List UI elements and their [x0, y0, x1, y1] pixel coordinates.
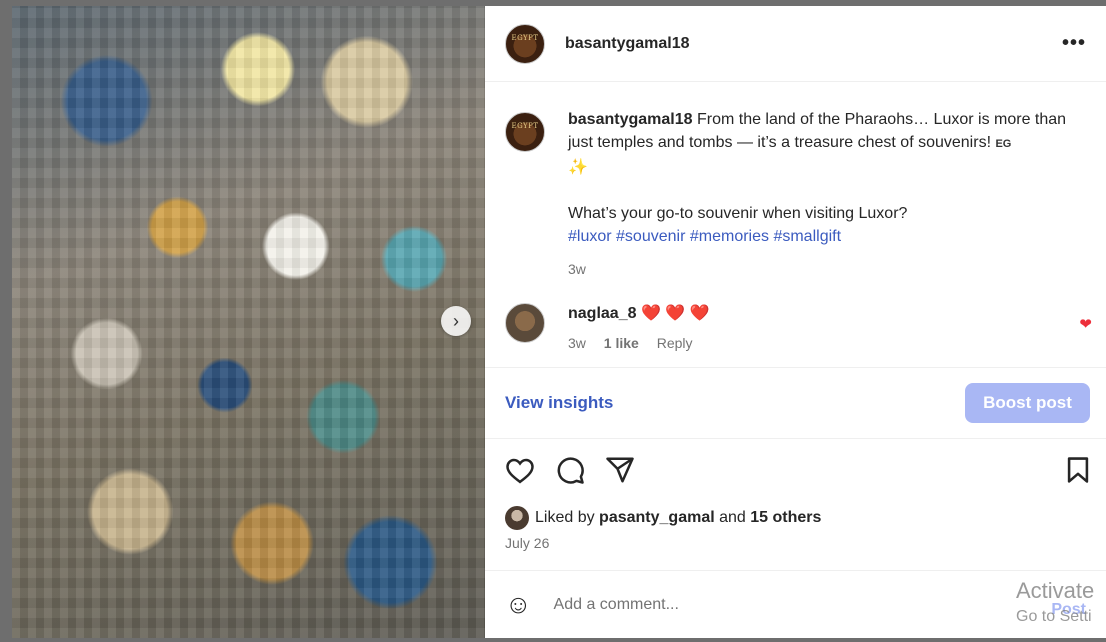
caption-username[interactable]: basantygamal18 [568, 111, 693, 128]
caption-body: basantygamal18 From the land of the Phar… [568, 108, 1086, 281]
activate-line2: Go to Setti [1016, 608, 1092, 625]
comment-bubble-icon[interactable] [555, 455, 585, 485]
insights-row: View insights Boost post [485, 367, 1106, 439]
comment-hearts: ❤️ ❤️ ❤️ [640, 305, 710, 322]
comment-meta: 3w 1 like Reply [568, 335, 710, 351]
liked-by-prefix: Liked by [535, 509, 595, 526]
post-detail-panel: EGYPT basantygamal18 ••• EGYPT basantyga… [485, 6, 1106, 638]
add-comment-bar: ☺ Add a comment... Post [485, 570, 1106, 638]
avatar-logo-text: EGYPT [511, 122, 539, 130]
caption-question: What’s your go-to souvenir when visiting… [568, 205, 908, 222]
more-options-icon[interactable]: ••• [1062, 32, 1086, 55]
emoji-icon[interactable]: ☺ [505, 589, 532, 620]
commenter-username[interactable]: naglaa_8 [568, 305, 636, 322]
hashtag-link[interactable]: #souvenir [616, 228, 685, 245]
like-heart-icon[interactable] [505, 456, 535, 484]
comment-likes[interactable]: 1 like [604, 335, 639, 351]
author-username[interactable]: basantygamal18 [565, 35, 690, 53]
flag-emoji: EG [995, 138, 1012, 150]
caption-avatar[interactable]: EGYPT [505, 112, 545, 152]
app-window: › EGYPT basantygamal18 ••• EGYPT basanty… [0, 0, 1106, 642]
comment-input[interactable]: Add a comment... [554, 596, 679, 614]
caption: EGYPT basantygamal18 From the land of th… [485, 82, 1106, 281]
activate-line1: Activate [1016, 578, 1095, 603]
comment-time: 3w [568, 335, 586, 351]
comment-line: naglaa_8 ❤️ ❤️ ❤️ [568, 303, 710, 325]
hashtag-link[interactable]: #memories [690, 228, 769, 245]
comment-body: naglaa_8 ❤️ ❤️ ❤️ 3w 1 like Reply [568, 303, 710, 351]
hashtag-link[interactable]: #luxor [568, 228, 612, 245]
windows-activation-watermark: Activate Go to Setti [1016, 578, 1106, 630]
hashtag-link[interactable]: #smallgift [773, 228, 841, 245]
bookmark-icon[interactable] [1066, 456, 1090, 484]
liked-by: Liked by pasanty_gamal and 15 others [505, 506, 821, 530]
reply-button[interactable]: Reply [657, 335, 693, 351]
boost-post-button[interactable]: Boost post [965, 383, 1090, 423]
avatar-logo-text: EGYPT [511, 33, 539, 42]
liked-by-others[interactable]: 15 others [750, 509, 821, 527]
chevron-right-icon: › [453, 310, 459, 331]
liker-avatar[interactable] [505, 506, 529, 530]
view-insights-link[interactable]: View insights [505, 393, 613, 413]
liked-by-conj: and [719, 509, 746, 526]
author-avatar[interactable]: EGYPT [505, 23, 545, 64]
caption-time: 3w [568, 261, 586, 277]
post-date: July 26 [505, 535, 550, 551]
comment-item: naglaa_8 ❤️ ❤️ ❤️ 3w 1 like Reply ❤ [485, 281, 1106, 351]
share-paper-plane-icon[interactable] [605, 456, 635, 484]
post-photo[interactable]: › [12, 6, 485, 638]
action-bar [505, 454, 1090, 486]
hashtag-list: #luxor #souvenir #memories #smallgift [568, 225, 1086, 248]
commenter-avatar[interactable] [505, 303, 545, 343]
post-header: EGYPT basantygamal18 ••• [485, 6, 1106, 82]
next-photo-button[interactable]: › [441, 306, 471, 336]
sparkle-icon: ✨ [568, 159, 588, 176]
caption-text: basantygamal18 From the land of the Phar… [568, 108, 1086, 179]
comment-like-heart-icon[interactable]: ❤ [1079, 315, 1092, 333]
photo-texture [12, 6, 485, 638]
liker-username[interactable]: pasanty_gamal [599, 509, 715, 527]
